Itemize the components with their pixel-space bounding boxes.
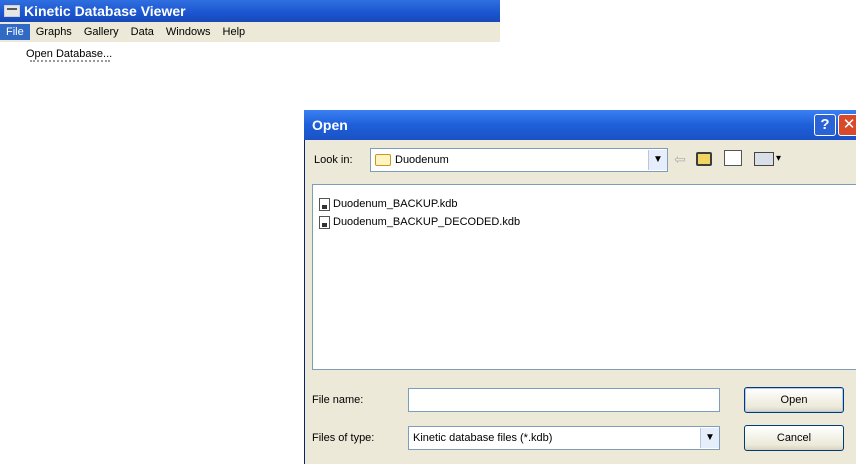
new-folder-icon[interactable] (724, 150, 742, 166)
menu-gallery[interactable]: Gallery (78, 24, 125, 40)
menu-windows[interactable]: Windows (160, 24, 217, 40)
file-name: Duodenum_BACKUP.kdb (333, 198, 458, 210)
back-arrow-icon[interactable]: ⇦ (674, 150, 686, 168)
help-button[interactable]: ? (814, 114, 836, 136)
menu-graphs[interactable]: Graphs (30, 24, 78, 40)
chevron-down-icon[interactable]: ▼ (648, 150, 667, 170)
list-item[interactable]: Duodenum_BACKUP_DECODED.kdb (313, 213, 856, 231)
file-name-label: File name: (312, 394, 364, 406)
file-type-value: Kinetic database files (*.kdb) (413, 432, 553, 444)
menu-help[interactable]: Help (217, 24, 252, 40)
cancel-button[interactable]: Cancel (744, 425, 844, 451)
file-icon (319, 215, 330, 229)
file-type-label: Files of type: (312, 432, 375, 444)
app-menubar: File Graphs Gallery Data Windows Help (0, 22, 500, 42)
file-name-input[interactable] (408, 388, 720, 412)
app-titlebar: Kinetic Database Viewer (0, 0, 500, 22)
folder-icon (375, 154, 391, 166)
look-in-dropdown[interactable]: Duodenum ▼ (370, 148, 668, 172)
screen: Kinetic Database Viewer File Graphs Gall… (0, 0, 856, 464)
app-title: Kinetic Database Viewer (24, 3, 186, 19)
dialog-titlebar: Open (304, 110, 856, 140)
close-button[interactable]: ✕ (838, 114, 856, 136)
look-in-value: Duodenum (395, 154, 449, 166)
file-menu-dropdown: Open Database... (20, 44, 200, 70)
up-folder-icon[interactable] (696, 152, 712, 166)
menu-file[interactable]: File (0, 24, 30, 40)
menu-item-open-database[interactable]: Open Database... (20, 44, 200, 60)
chevron-down-icon[interactable]: ▼ (700, 428, 719, 448)
menu-data[interactable]: Data (125, 24, 160, 40)
file-type-dropdown[interactable]: Kinetic database files (*.kdb) ▼ (408, 426, 720, 450)
views-dropdown-arrow-icon[interactable]: ▾ (776, 150, 781, 168)
file-icon (319, 197, 330, 211)
file-list[interactable]: Duodenum_BACKUP.kdb Duodenum_BACKUP_DECO… (312, 184, 856, 370)
open-dialog: Open ? ✕ Look in: Duodenum ▼ ⇦ ▾ Duodenu… (304, 110, 856, 464)
menu-item-obscured[interactable] (30, 60, 110, 66)
look-in-label: Look in: (314, 154, 353, 166)
file-name: Duodenum_BACKUP_DECODED.kdb (333, 216, 521, 228)
list-item[interactable]: Duodenum_BACKUP.kdb (313, 195, 856, 213)
app-window-icon (4, 5, 20, 17)
views-menu-icon[interactable] (754, 152, 774, 166)
open-button[interactable]: Open (744, 387, 844, 413)
dialog-title: Open (312, 117, 348, 133)
